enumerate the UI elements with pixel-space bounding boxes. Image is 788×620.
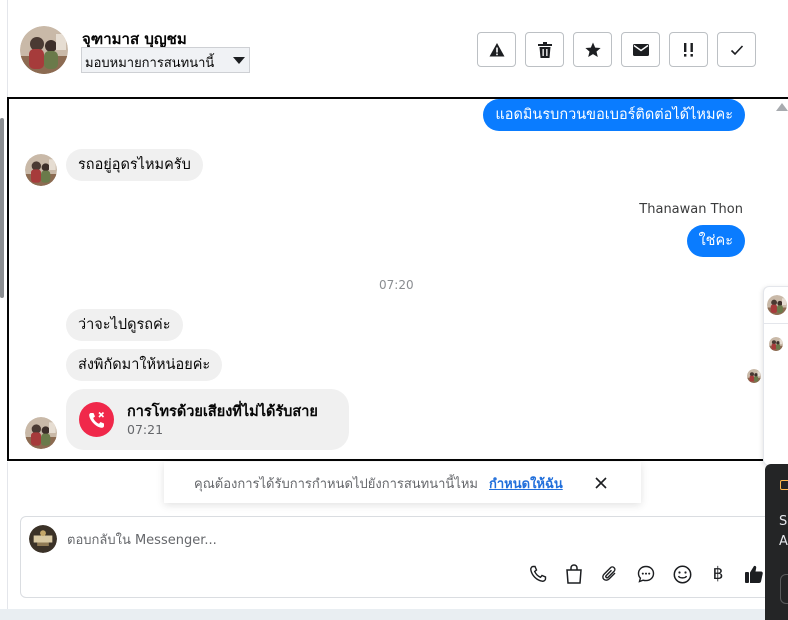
notification-button[interactable] bbox=[780, 574, 788, 604]
message-bubble-outgoing[interactable]: แอดมินรบกวนขอเบอร์ติดต่อได้ไหมคะ bbox=[483, 99, 745, 131]
page-avatar bbox=[29, 525, 57, 553]
notification-text: A bbox=[779, 534, 788, 549]
chat-bubble-icon bbox=[637, 565, 655, 583]
message-bubble-outgoing[interactable]: ใช่คะ bbox=[686, 225, 745, 257]
message-thread[interactable]: แอดมินรบกวนขอเบอร์ติดต่อได้ไหมคะ รถอยู่อ… bbox=[7, 97, 788, 461]
envelope-icon bbox=[632, 43, 649, 56]
scroll-up-arrow-icon[interactable] bbox=[776, 103, 788, 111]
divider bbox=[764, 323, 788, 324]
phone-icon bbox=[530, 565, 547, 582]
conversation-header: จุฑามาส บุญชม มอบหมายการสนทนานี้ bbox=[8, 0, 778, 96]
delete-button[interactable] bbox=[525, 32, 564, 67]
caret-down-icon bbox=[233, 57, 245, 64]
close-icon[interactable] bbox=[592, 474, 610, 492]
priority-button[interactable] bbox=[669, 32, 708, 67]
message-bubble-incoming[interactable]: ว่าจะไปดูรถค่ะ bbox=[66, 309, 183, 341]
shop-button[interactable] bbox=[563, 563, 585, 585]
bottom-bar bbox=[0, 609, 765, 620]
reminder-text: คุณต้องการได้รับการกำหนดไปยังการสนทนานี้… bbox=[194, 477, 478, 492]
payment-button[interactable]: ฿ bbox=[707, 563, 729, 585]
notification-text: S bbox=[779, 514, 788, 529]
assign-to-me-link[interactable]: กำหนดให้ฉัน bbox=[489, 473, 563, 494]
warning-icon bbox=[489, 42, 504, 56]
missed-call-title: การโทรด้วยเสียงที่ไม่ได้รับสาย bbox=[127, 404, 318, 420]
left-divider bbox=[7, 462, 8, 612]
missed-call-time: 07:21 bbox=[127, 422, 164, 437]
priority-icon bbox=[683, 42, 693, 57]
reply-composer: ฿ bbox=[20, 516, 780, 598]
follow-up-button[interactable] bbox=[573, 32, 612, 67]
contact-avatar bbox=[769, 337, 783, 351]
call-button[interactable] bbox=[527, 563, 549, 585]
emoji-icon bbox=[673, 565, 691, 583]
star-icon bbox=[584, 42, 601, 57]
seen-receipt-avatar bbox=[747, 369, 761, 383]
assign-reminder-banner: คุณต้องการได้รับการกำหนดไปยังการสนทนานี้… bbox=[164, 462, 641, 503]
missed-call-icon bbox=[79, 402, 114, 437]
message-bubble-incoming[interactable]: ส่งพิกัดมาให้หน่อยค่ะ bbox=[66, 349, 223, 381]
attach-button[interactable] bbox=[599, 563, 621, 585]
reply-input[interactable] bbox=[67, 528, 707, 552]
time-divider: 07:20 bbox=[379, 278, 414, 292]
baht-icon: ฿ bbox=[712, 564, 724, 584]
emoji-button[interactable] bbox=[671, 563, 693, 585]
calendar-icon bbox=[780, 480, 788, 490]
mark-done-button[interactable] bbox=[717, 32, 756, 67]
contact-avatar bbox=[25, 417, 57, 449]
assign-label: มอบหมายการสนทนานี้ bbox=[85, 56, 215, 71]
notification-panel[interactable]: S A bbox=[765, 464, 788, 620]
contact-avatar[interactable] bbox=[20, 26, 68, 74]
mark-unread-button[interactable] bbox=[621, 32, 660, 67]
spam-button[interactable] bbox=[477, 32, 516, 67]
saved-replies-button[interactable] bbox=[635, 563, 657, 585]
check-icon bbox=[730, 44, 743, 55]
assign-conversation-dropdown[interactable]: มอบหมายการสนทนานี้ bbox=[81, 47, 250, 73]
trash-icon bbox=[537, 41, 552, 58]
left-scrollbar[interactable] bbox=[0, 118, 4, 298]
side-chat-preview[interactable] bbox=[763, 286, 788, 466]
contact-avatar bbox=[767, 295, 787, 315]
contact-avatar bbox=[25, 154, 57, 186]
message-bubble-incoming[interactable]: รถอยู่อุดรไหมครับ bbox=[66, 149, 203, 181]
thumbs-up-icon bbox=[745, 565, 763, 583]
missed-call-card[interactable]: การโทรด้วยเสียงที่ไม่ได้รับสาย 07:21 bbox=[66, 389, 349, 450]
shopping-bag-icon bbox=[566, 564, 582, 584]
sender-name: Thanawan Thon bbox=[639, 202, 743, 217]
like-button[interactable] bbox=[743, 563, 765, 585]
paperclip-icon bbox=[602, 566, 616, 581]
